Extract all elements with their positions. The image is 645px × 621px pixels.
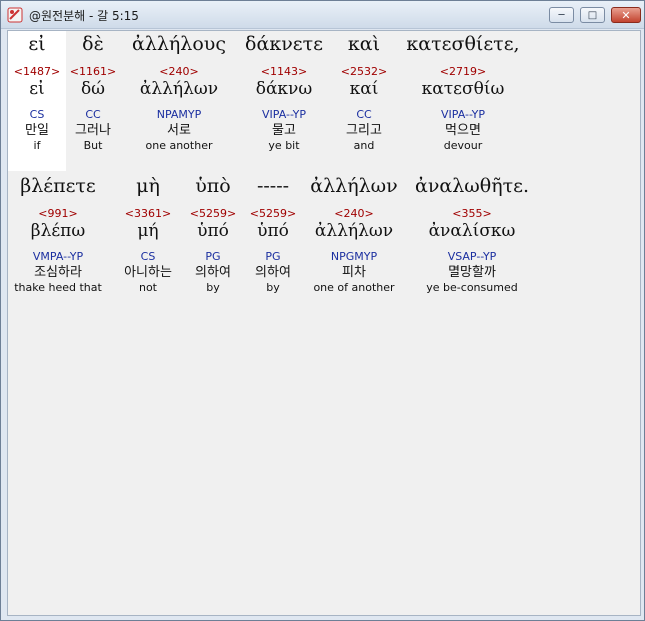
english-gloss: ye bit (268, 139, 300, 152)
word-block[interactable]: βλέπετε <991> βλέπω VMPA--YP 조심하라 thake … (8, 175, 108, 294)
korean-gloss: 물고 (272, 123, 296, 138)
app-window: @원전분해 - 갈 5:15 ─ □ ✕ εἰ <1487> εἰ CS 만일 … (0, 0, 645, 621)
greek-word: ἀλλήλων (310, 175, 398, 197)
strong-number: <1161> (69, 65, 117, 78)
interlinear-panel[interactable]: εἰ <1487> εἰ CS 만일 if δὲ <1161> δώ CC 그러… (7, 30, 641, 616)
greek-word: δὲ (82, 33, 104, 55)
word-block[interactable]: ἀλλήλους <240> ἀλλήλων NPAMYP 서로 one ano… (122, 33, 236, 152)
korean-gloss: 조심하라 (34, 265, 82, 280)
parse-code: VIPA--YP (441, 108, 485, 121)
close-icon: ✕ (621, 8, 631, 22)
parse-code: PG (205, 250, 221, 263)
greek-word: καὶ (347, 33, 381, 55)
english-gloss: one another (145, 139, 213, 152)
word-block[interactable]: εἰ <1487> εἰ CS 만일 if (8, 33, 66, 152)
strong-number: <991> (38, 207, 78, 220)
strong-number: <240> (334, 207, 374, 220)
korean-gloss: 서로 (167, 123, 191, 138)
english-gloss: But (83, 139, 103, 152)
english-gloss: by (266, 281, 280, 294)
close-button[interactable]: ✕ (611, 7, 641, 23)
korean-gloss: 먹으면 (445, 123, 481, 138)
lemma: δάκνω (255, 79, 313, 99)
minimize-icon: ─ (558, 9, 565, 21)
parse-code: VMPA--YP (32, 250, 84, 263)
parse-code: NPGMYP (330, 250, 378, 263)
english-gloss: by (206, 281, 220, 294)
minimize-button[interactable]: ─ (549, 7, 574, 23)
lemma: ὑπό (257, 221, 289, 241)
word-block[interactable]: δάκνετε <1143> δάκνω VIPA--YP 물고 ye bit (236, 33, 332, 152)
word-block[interactable]: ὑπὸ <5259> ὑπό PG 의하여 by (184, 175, 242, 294)
strong-number: <5259> (189, 207, 237, 220)
lemma: καί (349, 79, 379, 99)
lemma: κατεσθίω (421, 79, 505, 99)
english-gloss: and (353, 139, 375, 152)
lemma: ἀλλήλων (314, 221, 394, 241)
parse-code: CC (85, 108, 101, 121)
english-gloss: devour (443, 139, 483, 152)
english-gloss: ye be-consumed (426, 281, 518, 294)
word-block[interactable]: ----- <5259> ὑπό PG 의하여 by (244, 175, 302, 294)
parse-code: VSAP--YP (447, 250, 497, 263)
word-block[interactable]: κατεσθίετε, <2719> κατεσθίω VIPA--YP 먹으면… (394, 33, 532, 152)
lemma: μή (137, 221, 159, 241)
title-bar[interactable]: @원전분해 - 갈 5:15 ─ □ ✕ (1, 1, 644, 29)
english-gloss: if (33, 139, 41, 152)
strong-number: <1143> (260, 65, 308, 78)
lemma: δώ (80, 79, 106, 99)
parse-code: CS (29, 108, 45, 121)
korean-gloss: 의하여 (255, 265, 291, 280)
parse-code: NPAMYP (156, 108, 202, 121)
greek-word: βλέπετε (20, 175, 96, 197)
word-block[interactable]: ἀναλωθῆτε. <355> ἀναλίσκω VSAP--YP 멸망할까 … (406, 175, 538, 294)
greek-word: δάκνετε (245, 33, 323, 55)
parse-code: PG (265, 250, 281, 263)
greek-word: εἰ (28, 33, 46, 55)
word-block[interactable]: μὴ <3361> μή CS 아니하는 not (114, 175, 182, 294)
english-gloss: not (138, 281, 157, 294)
lemma: ἀλλήλων (139, 79, 219, 99)
english-gloss: thake heed that (14, 281, 102, 294)
korean-gloss: 만일 (25, 123, 49, 138)
greek-word: μὴ (136, 175, 160, 197)
lemma: ὑπό (197, 221, 229, 241)
strong-number: <355> (452, 207, 492, 220)
maximize-button[interactable]: □ (580, 7, 605, 23)
lemma: βλέπω (30, 221, 86, 241)
lemma: ἀναλίσκω (428, 221, 516, 241)
parse-code: VIPA--YP (262, 108, 306, 121)
korean-gloss: 피차 (342, 265, 366, 280)
korean-gloss: 멸망할까 (448, 265, 496, 280)
strong-number: <1487> (13, 65, 61, 78)
korean-gloss: 아니하는 (124, 265, 172, 280)
window-title: @원전분해 - 갈 5:15 (29, 9, 139, 23)
parse-code: CC (356, 108, 372, 121)
korean-gloss: 그러나 (75, 123, 111, 138)
english-gloss: one of another (313, 281, 395, 294)
greek-word: ἀλλήλους (132, 33, 226, 55)
word-block[interactable]: καὶ <2532> καί CC 그리고 and (334, 33, 394, 152)
strong-number: <2532> (340, 65, 388, 78)
greek-word: ----- (256, 175, 290, 197)
korean-gloss: 의하여 (195, 265, 231, 280)
strong-number: <5259> (249, 207, 297, 220)
word-block[interactable]: δὲ <1161> δώ CC 그러나 But (66, 33, 120, 152)
strong-number: <240> (159, 65, 199, 78)
word-block[interactable]: ἀλλήλων <240> ἀλλήλων NPGMYP 피차 one of a… (304, 175, 404, 294)
app-logo-icon (7, 7, 23, 23)
parse-code: CS (140, 250, 156, 263)
maximize-icon: □ (587, 9, 598, 21)
greek-word: ἀναλωθῆτε. (415, 175, 529, 197)
greek-word: ὑπὸ (195, 175, 231, 197)
strong-number: <3361> (124, 207, 172, 220)
strong-number: <2719> (439, 65, 487, 78)
korean-gloss: 그리고 (346, 123, 382, 138)
greek-word: κατεσθίετε, (406, 33, 520, 55)
lemma: εἰ (29, 79, 45, 99)
